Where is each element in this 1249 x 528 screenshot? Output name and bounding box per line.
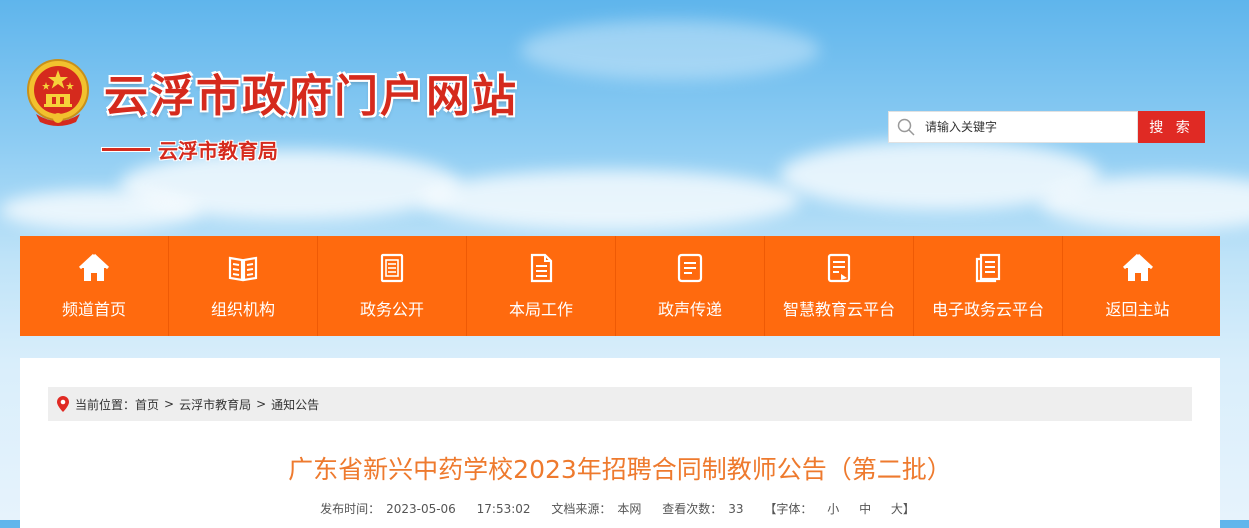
subtitle-dash [102, 148, 150, 151]
nav-item-e-government-cloud[interactable]: 电子政务云平台 [914, 236, 1063, 336]
search-bar: 搜 索 [888, 111, 1205, 143]
nav-item-government-affairs[interactable]: 政务公开 [318, 236, 467, 336]
nav-item-label: 组织机构 [210, 300, 275, 319]
font-size-large-button[interactable]: 大】 [891, 502, 915, 516]
site-title: 云浮市政府门户网站 [104, 71, 518, 122]
search-icon [897, 118, 915, 136]
location-pin-icon [57, 396, 69, 412]
nav-item-policy-voice[interactable]: 政声传递 [616, 236, 765, 336]
department-name: 云浮市教育局 [158, 139, 278, 163]
nav-item-label: 智慧教育云平台 [782, 300, 895, 319]
search-field [888, 111, 1138, 143]
nav-item-label: 返回主站 [1105, 300, 1170, 319]
nav-item-channel-home[interactable]: 频道首页 [20, 236, 169, 336]
search-input[interactable] [923, 119, 1127, 135]
nav-item-label: 政声传递 [657, 300, 722, 319]
book-icon [228, 256, 258, 282]
article-meta: 发布时间： 2023-05-06 17:53:02 文档来源： 本网 查看次数： 33… [20, 500, 1220, 517]
article-title: 广东省新兴中药学校2023年招聘合同制教师公告（第二批） [288, 455, 952, 484]
file-lines-icon [677, 253, 703, 283]
font-size-small-button[interactable]: 小 [827, 502, 839, 516]
breadcrumb-prefix: 当前位置： [75, 397, 136, 412]
published-label: 发布时间： [320, 502, 381, 516]
background-cloud [420, 170, 800, 230]
main-navigation: 频道首页 组织机构 政务公开 本局工作 政声传递 智慧教育云平台 电子政务云平台… [20, 236, 1220, 336]
national-emblem-icon [27, 59, 89, 126]
home-icon [78, 253, 110, 281]
breadcrumb-link-notices[interactable]: 通知公告 [271, 396, 319, 413]
file-text-icon [530, 253, 553, 283]
source-value: 本网 [617, 502, 642, 516]
nav-item-label: 频道首页 [61, 300, 126, 319]
published-time: 17:53:02 [476, 502, 531, 516]
nav-item-bureau-work[interactable]: 本局工作 [467, 236, 616, 336]
document-list-icon [380, 253, 404, 283]
background-cloud [0, 190, 200, 230]
department-subtitle: 云浮市教育局 [102, 135, 278, 164]
source-label: 文档来源： [551, 502, 612, 516]
nav-item-label: 电子政务云平台 [931, 300, 1044, 319]
font-size-label: 【字体： [764, 502, 813, 516]
breadcrumb-link-bureau[interactable]: 云浮市教育局 [179, 396, 251, 413]
published-date: 2023-05-06 [386, 502, 456, 516]
article-panel: 当前位置： 首页 > 云浮市教育局 > 通知公告 广东省新兴中药学校2023年招… [20, 358, 1220, 528]
notepad-icon [827, 253, 851, 283]
nav-item-organization[interactable]: 组织机构 [169, 236, 318, 336]
home-icon [1122, 253, 1153, 281]
nav-item-label: 本局工作 [508, 300, 573, 319]
font-size-medium-button[interactable]: 中 [859, 502, 871, 516]
search-button[interactable]: 搜 索 [1138, 111, 1205, 143]
views-label: 查看次数： [662, 502, 723, 516]
nav-item-label: 政务公开 [359, 300, 424, 319]
nav-item-return-main-site[interactable]: 返回主站 [1063, 236, 1212, 336]
breadcrumb-separator: > [164, 397, 175, 411]
background-cloud [520, 20, 820, 80]
views-count: 33 [728, 502, 744, 516]
breadcrumb-separator: > [256, 397, 267, 411]
nav-item-smart-education-cloud[interactable]: 智慧教育云平台 [765, 236, 914, 336]
breadcrumb-link-home[interactable]: 首页 [135, 396, 159, 413]
stacked-pages-icon [975, 253, 1001, 283]
breadcrumb: 当前位置： 首页 > 云浮市教育局 > 通知公告 [48, 387, 1192, 421]
